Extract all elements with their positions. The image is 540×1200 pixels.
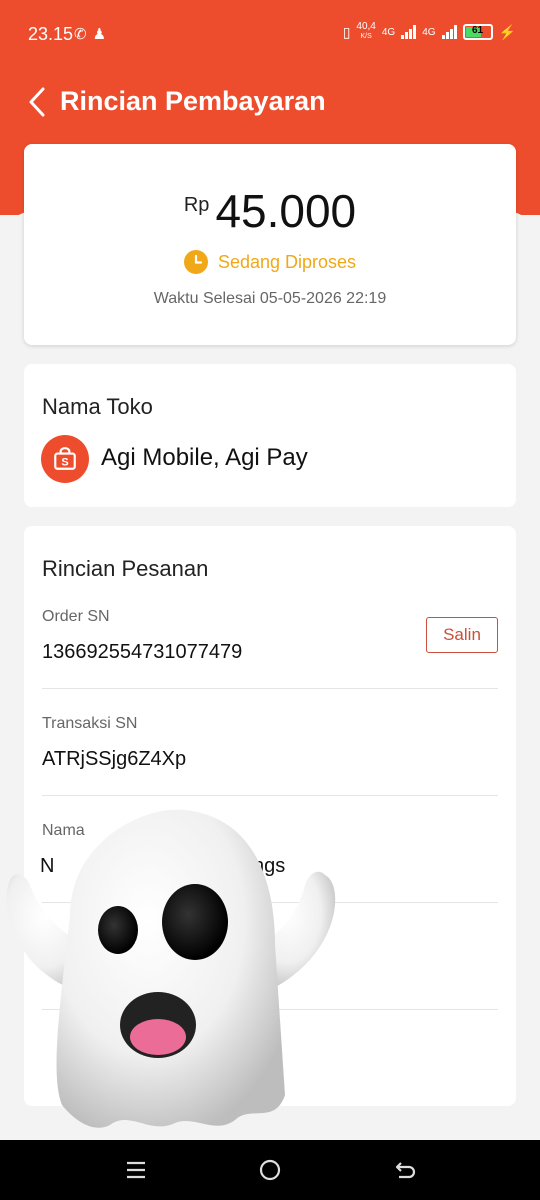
status-time: 23.15 [28,24,74,44]
payment-amount: 45.000 [215,185,357,237]
svg-text:S: S [61,457,68,469]
charging-icon: ⚡ [498,23,516,40]
back-chevron-icon [29,87,45,117]
network-label-1: 4G [381,26,396,38]
finish-time-row: Waktu Selesai 05-05-2026 22:19 [24,290,516,308]
home-icon[interactable] [258,1158,282,1182]
network-label-2: 4G [422,26,436,38]
ghost-sticker [6,809,336,1128]
status-bar: 23.15 ✆ ♟ ▯ 40,4 K/S 4G 4G 61 ⚡ [0,0,540,70]
transaction-sn-value: ATRjSSjg6Z4Xp [42,748,187,770]
signal-icon [401,25,417,39]
divider [42,795,498,796]
order-section-title: Rincian Pesanan [42,556,209,581]
vibrate-icon: ▯ [342,23,351,40]
currency-label: Rp [183,194,210,216]
menu-icon[interactable] [124,1158,148,1182]
payment-summary-card: Rp 45.000 Sedang Diproses Waktu Selesai 0… [24,144,516,345]
divider [42,688,498,689]
payment-status: Sedang Diproses [24,250,516,274]
app-header: Rincian Pembayaran [0,80,540,124]
transaction-sn-label: Transaksi SN [42,715,138,732]
shop-card: Nama Toko S Agi Mobile, Agi Pay [24,364,516,507]
copy-button[interactable]: Salin [426,617,498,653]
shop-section-title: Nama Toko [42,394,153,419]
net-speed: 40,4 K/S [356,21,376,41]
order-sn-label: Order SN [42,608,110,625]
finish-time-value: 05-05-2026 22:19 [259,290,387,307]
signal-icon [441,25,457,39]
battery-level: 61 [472,25,484,36]
order-sn-value: 136692554731077479 [42,641,243,663]
shop-name: Agi Mobile, Agi Pay [101,444,308,471]
clock-icon [183,250,208,274]
back-nav-icon[interactable] [393,1158,417,1182]
add-user-icon: ♟ [92,26,107,43]
shop-bag-icon: S [41,435,89,483]
system-nav-bar [0,1140,540,1200]
status-text: Sedang Diproses [217,251,357,272]
whatsapp-icon: ✆ [74,26,87,43]
page-title: Rincian Pembayaran [60,86,326,116]
finish-time-label: Waktu Selesai [153,290,256,307]
back-button[interactable] [22,84,52,120]
battery-icon: 61 [462,24,493,40]
